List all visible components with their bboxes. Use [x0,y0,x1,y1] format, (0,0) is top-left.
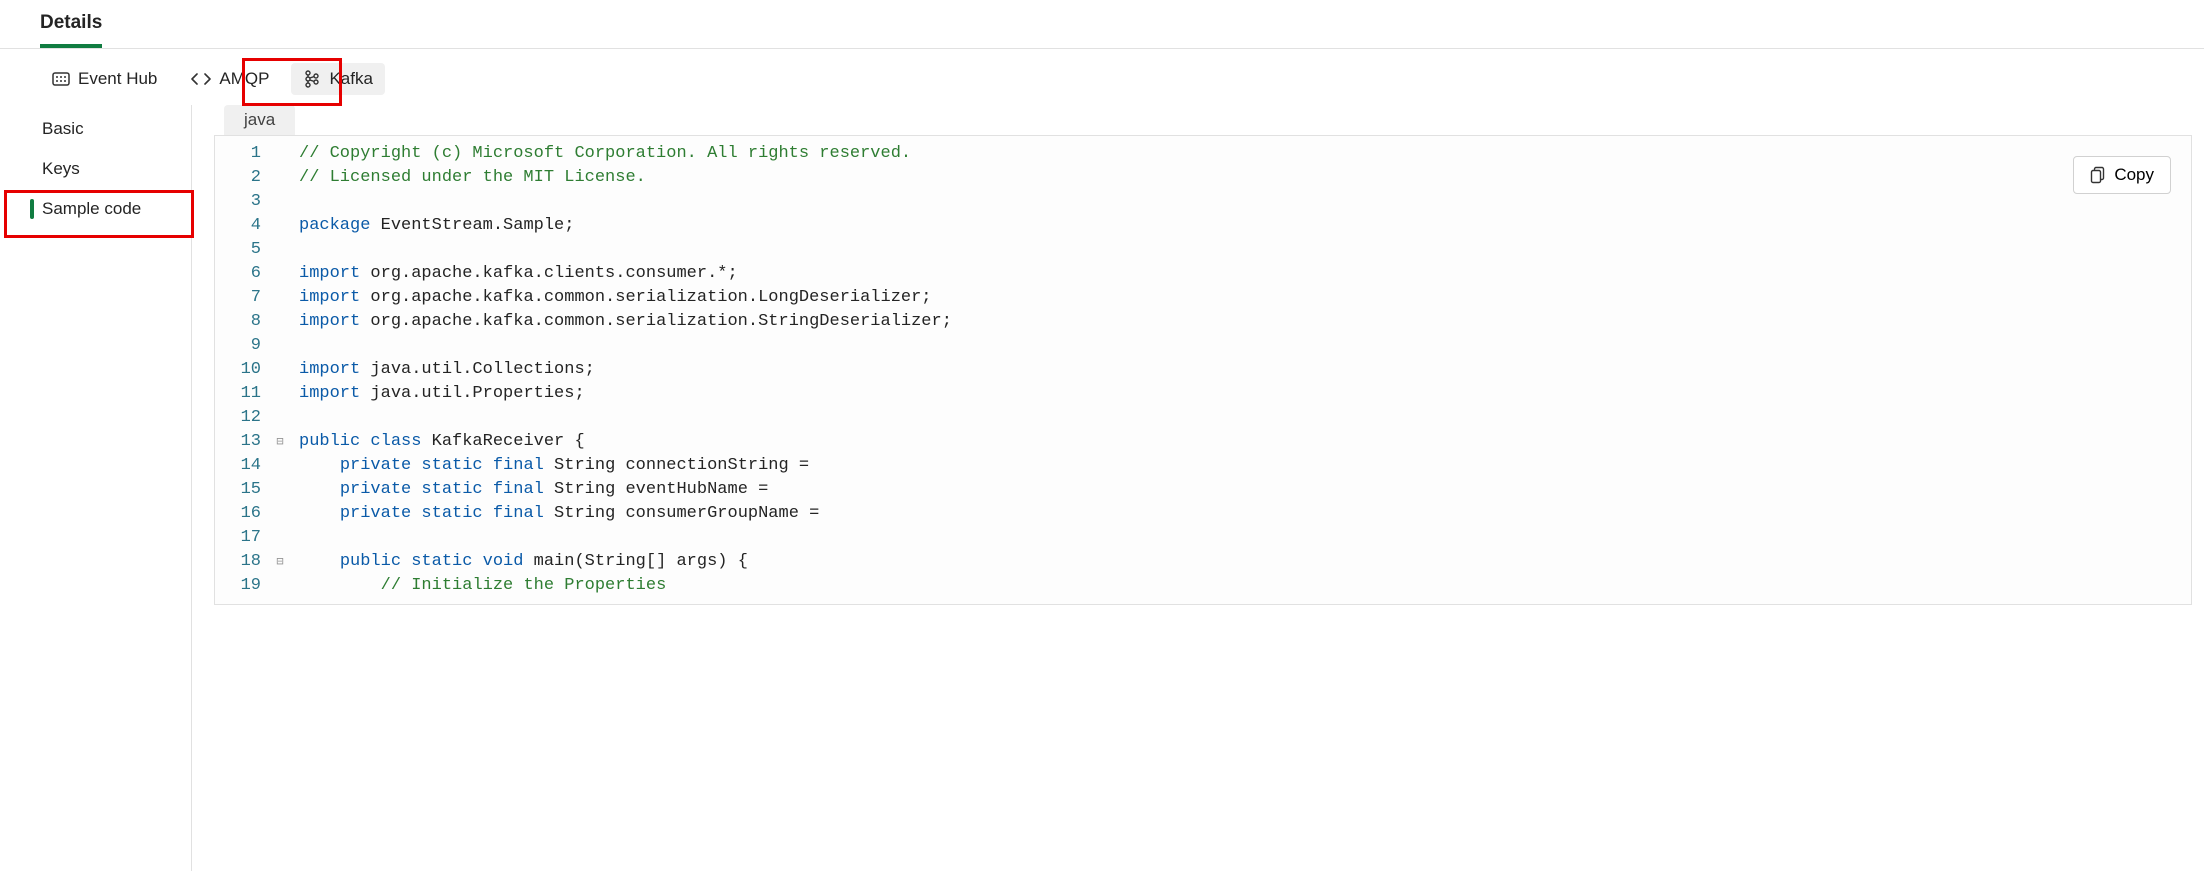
line-number: 14 [215,454,271,478]
line-number: 11 [215,382,271,406]
language-tab[interactable]: java [224,105,295,135]
fold-toggle [271,238,289,262]
line-number: 16 [215,502,271,526]
code-line: 9 [215,334,2191,358]
code-line: 3 [215,190,2191,214]
fold-toggle [271,310,289,334]
line-number: 10 [215,358,271,382]
line-number: 17 [215,526,271,550]
fold-toggle [271,166,289,190]
side-item-sample-code[interactable]: Sample code [0,189,191,229]
copy-button[interactable]: Copy [2073,156,2171,194]
code-line: 5 [215,238,2191,262]
fold-toggle [271,262,289,286]
toolbar-item-label: AMQP [219,69,269,89]
code-text: public class KafkaReceiver { [289,430,2191,454]
side-nav: Basic Keys Sample code [0,105,192,871]
code-text: private static final String eventHubName… [289,478,2191,502]
fold-toggle [271,334,289,358]
code-line: 1 // Copyright (c) Microsoft Corporation… [215,142,2191,166]
fold-toggle [271,406,289,430]
line-number: 6 [215,262,271,286]
side-item-basic[interactable]: Basic [0,109,191,149]
code-text: package EventStream.Sample; [289,214,2191,238]
tab-details[interactable]: Details [40,12,102,48]
fold-toggle [271,190,289,214]
line-number: 12 [215,406,271,430]
code-line: 12 [215,406,2191,430]
line-number: 7 [215,286,271,310]
fold-toggle [271,526,289,550]
code-line: 15 private static final String eventHubN… [215,478,2191,502]
code-text [289,238,2191,262]
code-text: import org.apache.kafka.common.serializa… [289,310,2191,334]
line-number: 2 [215,166,271,190]
code-box: Copy 1 // Copyright (c) Microsoft Corpor… [214,135,2192,605]
copy-label: Copy [2114,165,2154,185]
line-number: 8 [215,310,271,334]
code-line: 19 // Initialize the Properties [215,574,2191,598]
toolbar-event-hub[interactable]: Event Hub [40,63,169,95]
code-text: // Initialize the Properties [289,574,2191,598]
fold-toggle [271,574,289,598]
line-number: 15 [215,478,271,502]
code-line: 2 // Licensed under the MIT License. [215,166,2191,190]
toolbar-amqp[interactable]: AMQP [179,63,281,95]
fold-toggle [271,286,289,310]
source-toolbar: Event Hub AMQP Kafka [0,49,2204,105]
toolbar-item-label: Event Hub [78,69,157,89]
copy-icon [2090,166,2106,184]
code-lines[interactable]: 1 // Copyright (c) Microsoft Corporation… [215,136,2191,604]
fold-toggle[interactable]: ⊟ [271,550,289,574]
code-text: import java.util.Properties; [289,382,2191,406]
toolbar-kafka[interactable]: Kafka [291,63,384,95]
fold-toggle [271,214,289,238]
line-number: 4 [215,214,271,238]
code-line: 13⊟public class KafkaReceiver { [215,430,2191,454]
code-text: private static final String consumerGrou… [289,502,2191,526]
code-text: // Copyright (c) Microsoft Corporation. … [289,142,2191,166]
code-area: java Copy 1 // Copyright (c) Microsoft C… [192,105,2204,871]
event-hub-icon [52,70,70,88]
code-line: 14 private static final String connectio… [215,454,2191,478]
line-number: 5 [215,238,271,262]
line-number: 1 [215,142,271,166]
code-line: 4 package EventStream.Sample; [215,214,2191,238]
code-line: 6 import org.apache.kafka.clients.consum… [215,262,2191,286]
fold-toggle [271,502,289,526]
code-line: 18⊟ public static void main(String[] arg… [215,550,2191,574]
line-number: 3 [215,190,271,214]
code-line: 16 private static final String consumerG… [215,502,2191,526]
code-text [289,334,2191,358]
fold-toggle [271,358,289,382]
code-text: import org.apache.kafka.clients.consumer… [289,262,2191,286]
code-line: 7 import org.apache.kafka.common.seriali… [215,286,2191,310]
code-line: 10 import java.util.Collections; [215,358,2191,382]
code-line: 17 [215,526,2191,550]
side-item-keys[interactable]: Keys [0,149,191,189]
fold-toggle [271,142,289,166]
code-text: // Licensed under the MIT License. [289,166,2191,190]
fold-toggle [271,382,289,406]
code-line: 8 import org.apache.kafka.common.seriali… [215,310,2191,334]
toolbar-item-label: Kafka [329,69,372,89]
line-number: 18 [215,550,271,574]
fold-toggle [271,454,289,478]
code-text [289,526,2191,550]
kafka-icon [303,69,321,89]
line-number: 9 [215,334,271,358]
code-text: public static void main(String[] args) { [289,550,2191,574]
amqp-icon [191,72,211,86]
line-number: 19 [215,574,271,598]
fold-toggle [271,478,289,502]
code-text [289,406,2191,430]
header-tabs: Details [0,0,2204,49]
fold-toggle[interactable]: ⊟ [271,430,289,454]
code-text: private static final String connectionSt… [289,454,2191,478]
code-text: import org.apache.kafka.common.serializa… [289,286,2191,310]
code-text [289,190,2191,214]
code-line: 11 import java.util.Properties; [215,382,2191,406]
line-number: 13 [215,430,271,454]
code-text: import java.util.Collections; [289,358,2191,382]
